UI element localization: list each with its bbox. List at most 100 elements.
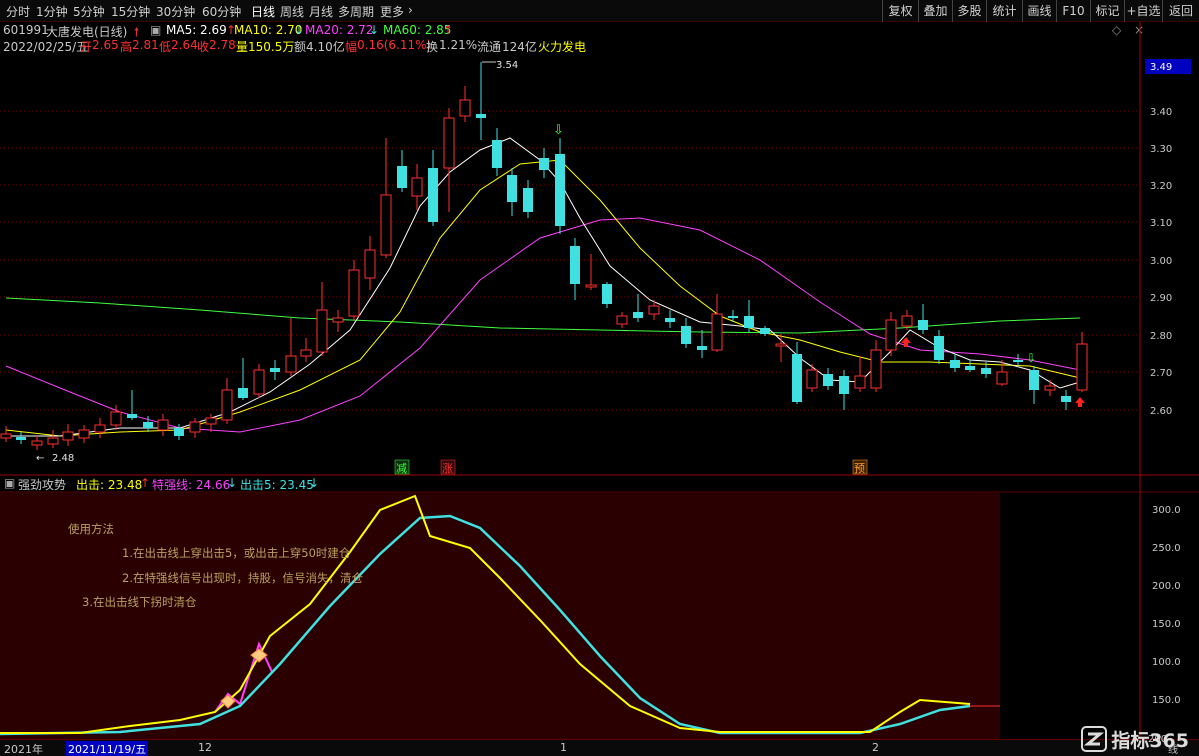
chuji5-arrow-icon: ↓ <box>309 476 320 490</box>
candle[interactable] <box>602 282 612 308</box>
high-marker-label: 3.54 <box>496 60 518 71</box>
watermark-logo: 指标365 <box>1081 724 1189 754</box>
event-marker-rise-label: 涨 <box>442 462 453 475</box>
down-signal-icon: ⇩ <box>553 123 564 138</box>
candle[interactable] <box>285 318 297 376</box>
candle[interactable] <box>221 378 233 424</box>
candle[interactable] <box>744 300 754 332</box>
ma10-line <box>5 159 1081 437</box>
candle[interactable] <box>62 424 74 446</box>
candle[interactable] <box>127 390 137 420</box>
price-tick-label: 2.80 <box>1150 331 1172 342</box>
candle[interactable] <box>253 364 265 398</box>
indicator-title-bar: ▣ 强劲攻势 出击: 23.48 ↑ 特强线: 24.66 ↓ 出击5: 23.… <box>0 476 1140 492</box>
usage-title: 使用方法 <box>68 522 114 536</box>
candle[interactable] <box>238 358 248 400</box>
candle[interactable] <box>806 364 818 392</box>
candle[interactable] <box>570 238 580 300</box>
indicator-axis: 300.0 250.0 200.0 150.0 100.0 150.0 <box>1152 505 1181 706</box>
price-tick-label: 3.20 <box>1150 181 1172 192</box>
candle[interactable] <box>1076 332 1088 392</box>
time-label-jan: 1 <box>560 741 567 754</box>
price-tick-label: 3.40 <box>1150 107 1172 118</box>
candle[interactable] <box>443 108 455 212</box>
candle[interactable] <box>492 128 502 176</box>
candle[interactable] <box>681 318 691 348</box>
candle[interactable] <box>585 254 597 290</box>
strong-line-arrow-icon: ↓ <box>227 476 238 490</box>
candle[interactable] <box>459 86 471 122</box>
candle[interactable] <box>616 312 628 328</box>
candle[interactable] <box>332 310 344 332</box>
indicator-background <box>0 493 1000 739</box>
candle[interactable] <box>633 294 643 322</box>
candle[interactable] <box>507 168 517 216</box>
down-signal-icon: ⇩ <box>1026 351 1036 365</box>
price-tick-label: 3.10 <box>1150 218 1172 229</box>
candle[interactable] <box>348 260 360 320</box>
candle[interactable] <box>950 354 960 372</box>
candle[interactable] <box>16 432 26 444</box>
time-label-feb: 2 <box>872 741 879 754</box>
candle[interactable] <box>870 340 882 392</box>
low-marker-arrow: ← <box>36 453 44 464</box>
candle[interactable] <box>380 138 392 258</box>
up-signal-icon <box>1075 397 1085 407</box>
chuji-label: 出击: 23.48 <box>76 478 143 492</box>
candle[interactable] <box>965 360 975 372</box>
candle[interactable] <box>1029 366 1039 404</box>
indicator-tick-label: 200.0 <box>1152 581 1181 592</box>
candle[interactable] <box>476 62 486 140</box>
candle[interactable] <box>1044 380 1056 396</box>
candle[interactable] <box>189 418 201 438</box>
candle[interactable] <box>397 150 407 192</box>
indicator-tick-label: 100.0 <box>1152 657 1181 668</box>
candle[interactable] <box>854 356 866 392</box>
time-axis: 2021年 2021/11/19/五 12 1 2 200 线 <box>0 734 1199 756</box>
indicator-tick-label: 300.0 <box>1152 505 1181 516</box>
price-tick-label: 2.60 <box>1150 406 1172 417</box>
candle[interactable] <box>1061 390 1071 410</box>
candle[interactable] <box>411 164 423 210</box>
candle[interactable] <box>918 304 928 334</box>
price-tick-label: 3.00 <box>1150 256 1172 267</box>
candle[interactable] <box>316 282 328 356</box>
candle[interactable] <box>775 334 787 362</box>
candle[interactable] <box>0 426 12 442</box>
indicator-tick-label: 150.0 <box>1152 619 1181 630</box>
candle[interactable] <box>665 310 675 328</box>
usage-note-3: 3.在出击线下拐时清仓 <box>82 595 197 609</box>
usage-note-2: 2.在特强线信号出现时，持股，信号消失，清仓 <box>122 571 363 585</box>
watermark-text: 指标365 <box>1111 729 1189 752</box>
candle[interactable] <box>523 180 533 218</box>
candle[interactable] <box>47 430 59 448</box>
candle[interactable] <box>539 148 549 178</box>
candle[interactable] <box>157 414 169 436</box>
candle[interactable] <box>94 418 106 438</box>
ma5-line <box>6 137 1081 437</box>
candle[interactable] <box>711 294 723 352</box>
candle[interactable] <box>885 312 897 356</box>
candle[interactable] <box>31 436 43 450</box>
price-tick-label: 2.90 <box>1150 293 1172 304</box>
candle[interactable] <box>697 330 707 358</box>
price-tick-label: 2.70 <box>1150 368 1172 379</box>
time-cursor-date: 2021/11/19/五 <box>66 741 149 756</box>
candle[interactable] <box>428 150 438 226</box>
time-label-year: 2021年 <box>4 743 43 756</box>
kline-chart[interactable]: 3.40 3.30 3.20 3.10 3.00 2.90 2.80 2.70 … <box>0 0 1199 756</box>
indicator-tick-label: 250.0 <box>1152 543 1181 554</box>
candle[interactable] <box>934 330 944 364</box>
candle[interactable] <box>364 236 376 290</box>
indicator-name[interactable]: 强劲攻势 <box>18 476 66 493</box>
candle[interactable] <box>78 425 90 443</box>
candle[interactable] <box>555 138 565 234</box>
candle[interactable] <box>839 370 849 410</box>
chuji-arrow-icon: ↑ <box>140 476 151 490</box>
indicator-menu-icon[interactable]: ▣ <box>4 476 15 490</box>
candle[interactable] <box>270 360 280 380</box>
candle[interactable] <box>823 368 833 390</box>
candle[interactable] <box>300 338 312 362</box>
current-price-label: 3.49 <box>1150 62 1172 73</box>
candle[interactable] <box>1013 354 1023 366</box>
